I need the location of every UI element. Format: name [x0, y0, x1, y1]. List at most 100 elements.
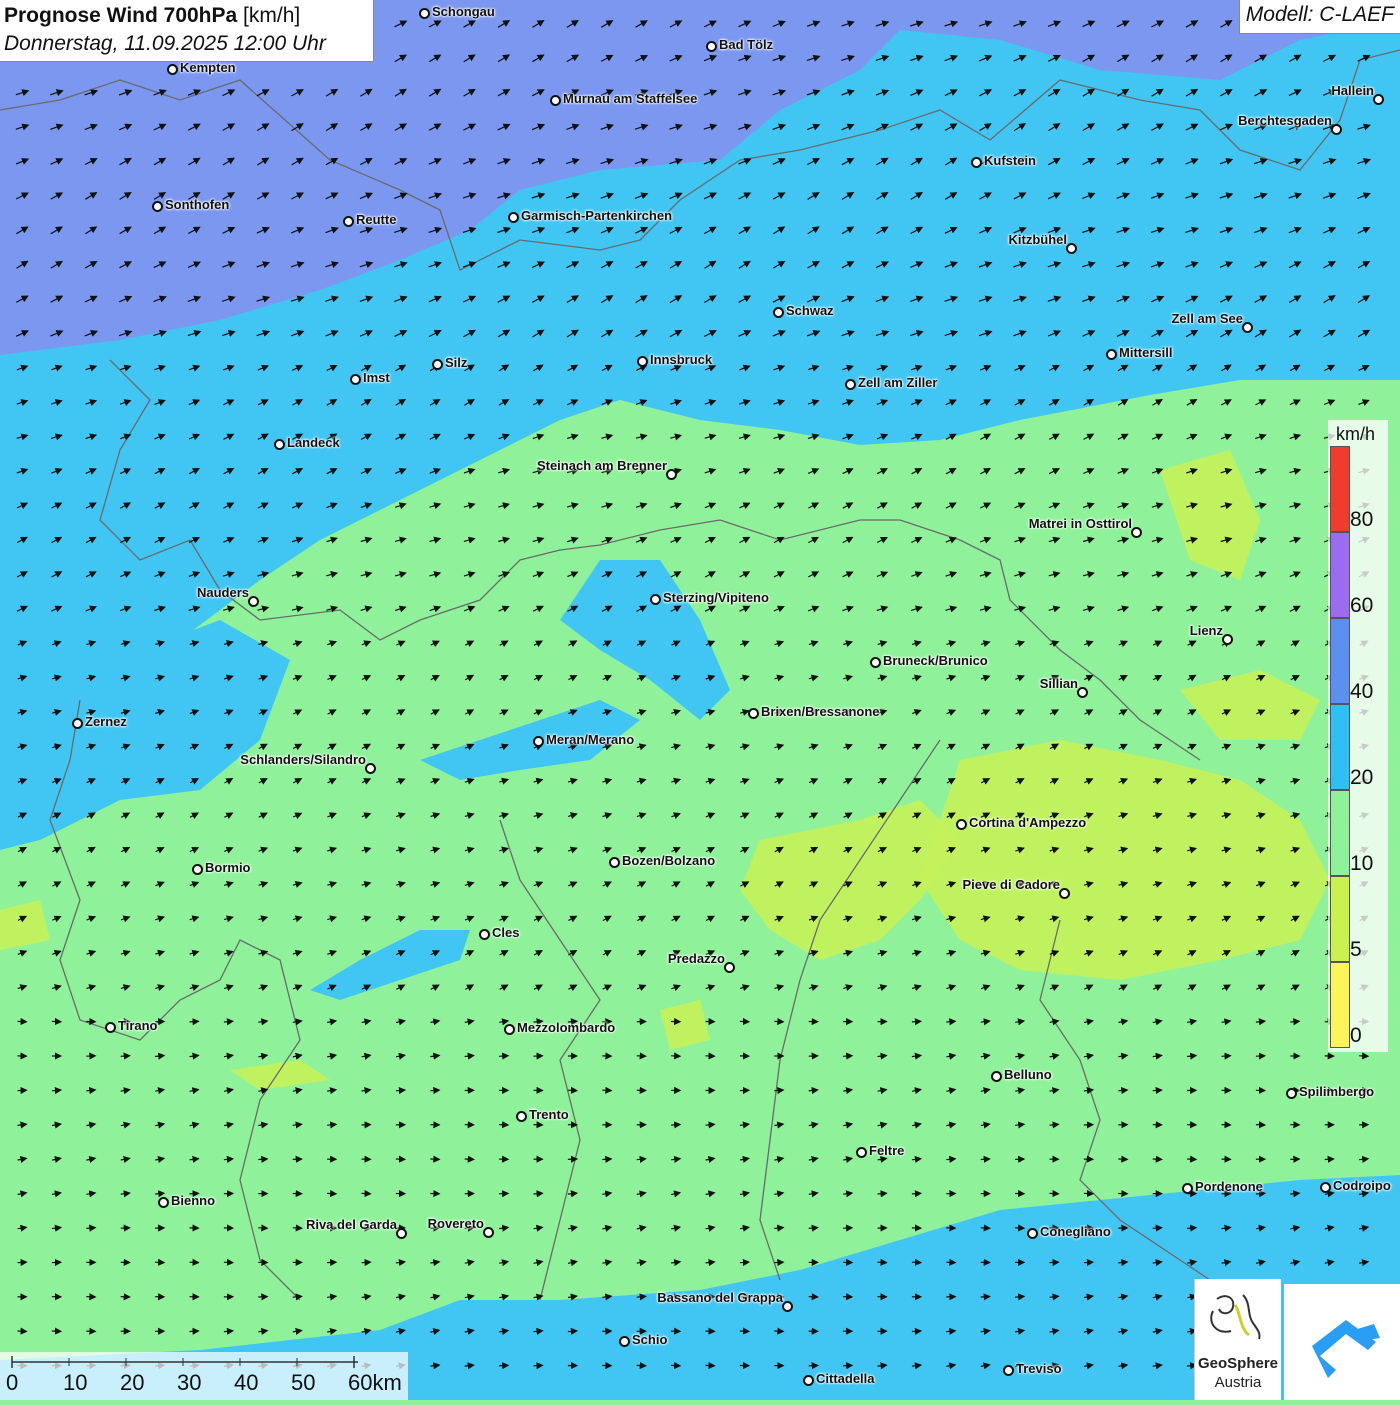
city-label-silz: Silz: [445, 355, 467, 370]
city-label-pordenone: Pordenone: [1195, 1179, 1263, 1194]
wind-arrow: [362, 1262, 371, 1263]
wind-arrow: [1222, 1056, 1231, 1057]
wind-arrow: [190, 1331, 199, 1332]
map-title: Prognose Wind 700hPa [km/h]: [4, 2, 369, 30]
city-marker-kempten: [167, 64, 178, 75]
logo-country: Austria: [1196, 1374, 1280, 1391]
city-label-bienno: Bienno: [171, 1193, 215, 1208]
wind-arrow: [912, 1193, 921, 1194]
city-marker-murnau: [550, 95, 561, 106]
app-logo[interactable]: [1284, 1284, 1400, 1400]
city-label-trento: Trento: [529, 1107, 569, 1122]
city-marker-imst: [350, 374, 361, 385]
wind-arrow: [327, 1124, 336, 1125]
city-marker-cortina: [956, 819, 967, 830]
wind-arrow: [568, 1331, 577, 1332]
city-label-berchtesgaden: Berchtesgaden: [1238, 113, 1332, 128]
city-label-schio: Schio: [632, 1332, 667, 1347]
title-box: Prognose Wind 700hPa [km/h] Donnerstag, …: [0, 0, 374, 62]
wind-arrow: [878, 1193, 887, 1194]
wind-arrow: [430, 1090, 439, 1091]
city-label-feltre: Feltre: [869, 1143, 904, 1158]
city-label-mezzolombardo: Mezzolombardo: [517, 1020, 615, 1035]
city-label-codroipo: Codroipo: [1333, 1178, 1391, 1193]
wind-arrow: [190, 1021, 199, 1022]
city-marker-schio: [619, 1336, 630, 1347]
city-marker-pordenone: [1182, 1183, 1193, 1194]
wind-arrow: [740, 1262, 749, 1263]
city-marker-riva: [396, 1228, 407, 1239]
city-label-bad-toelz: Bad Tölz: [719, 37, 773, 52]
city-label-bozen: Bozen/Bolzano: [622, 853, 715, 868]
city-marker-sterzing: [650, 594, 661, 605]
city-label-tirano: Tirano: [118, 1018, 158, 1033]
city-marker-mezzolombardo: [504, 1024, 515, 1035]
city-label-schlanders: Schlanders/Silandro: [240, 752, 366, 767]
city-marker-silz: [432, 359, 443, 370]
legend-swatch: [1330, 532, 1350, 618]
city-label-bassano: Bassano del Grappa: [657, 1290, 783, 1305]
wind-arrow: [1118, 1090, 1127, 1091]
scale-tick-label: 30: [177, 1370, 201, 1396]
city-label-conegliano: Conegliano: [1040, 1224, 1111, 1239]
city-marker-tirano: [105, 1022, 116, 1033]
city-label-cittadella: Cittadella: [816, 1371, 875, 1386]
wind-arrow: [981, 1159, 990, 1160]
legend-swatch: [1330, 446, 1350, 532]
wind-arrow: [293, 1296, 302, 1297]
wind-arrow: [1153, 1090, 1162, 1091]
scale-tick-label: 10: [63, 1370, 87, 1396]
wind-arrow: [1084, 1262, 1093, 1263]
city-label-belluno: Belluno: [1004, 1067, 1052, 1082]
wind-arrow: [706, 1124, 715, 1125]
city-label-mittersill: Mittersill: [1119, 345, 1172, 360]
city-marker-schlanders: [365, 763, 376, 774]
city-label-pieve: Pieve di Cadore: [962, 877, 1060, 892]
wind-arrow: [774, 1090, 783, 1091]
wind-arrow: [121, 1056, 130, 1057]
wind-arrow: [224, 1021, 233, 1022]
city-marker-sillian: [1077, 687, 1088, 698]
city-marker-matrei: [1131, 527, 1142, 538]
wind-arrow: [499, 1056, 508, 1057]
city-label-kitzbuehel: Kitzbühel: [1009, 232, 1068, 247]
city-label-bormio: Bormio: [205, 860, 251, 875]
city-label-landeck: Landeck: [287, 435, 340, 450]
city-marker-pieve: [1059, 888, 1070, 899]
legend-tick-label: 80: [1350, 508, 1373, 532]
city-marker-brixen: [748, 708, 759, 719]
city-marker-sonthofen: [152, 201, 163, 212]
city-marker-bruneck: [870, 657, 881, 668]
city-label-nauders: Nauders: [197, 585, 249, 600]
city-label-predazzo: Predazzo: [668, 951, 725, 966]
city-marker-cittadella: [803, 1375, 814, 1386]
city-marker-garmisch: [508, 212, 519, 223]
city-label-steinach: Steinach am Brenner: [537, 458, 667, 473]
legend-unit: km/h: [1336, 424, 1375, 445]
scale-tick-label: 20: [120, 1370, 144, 1396]
city-marker-rovereto: [483, 1227, 494, 1238]
wind-arrow: [1290, 1021, 1299, 1022]
city-label-spilimbergo: Spilimbergo: [1299, 1084, 1374, 1099]
city-label-hallein: Hallein: [1331, 83, 1374, 98]
wind-arrow: [671, 1125, 680, 1126]
wind-arrow: [86, 1228, 95, 1229]
scale-bar: [0, 1352, 408, 1400]
legend-tick-label: 40: [1350, 680, 1373, 704]
city-marker-bassano: [782, 1301, 793, 1312]
city-label-meran: Meran/Merano: [546, 732, 634, 747]
legend-tick-label: 10: [1350, 852, 1373, 876]
wind-arrow: [155, 1193, 164, 1194]
wind-arrow: [602, 1159, 611, 1160]
city-label-reutte: Reutte: [356, 212, 396, 227]
wind-arrow: [1015, 1296, 1024, 1297]
title-unit: [km/h]: [243, 4, 300, 27]
wind-arrow: [258, 1159, 267, 1160]
model-label: Modell: C-LAEF: [1239, 0, 1400, 34]
city-marker-bozen: [609, 857, 620, 868]
city-label-schwaz: Schwaz: [786, 303, 834, 318]
city-marker-feltre: [856, 1147, 867, 1158]
city-marker-cles: [479, 929, 490, 940]
city-label-lienz: Lienz: [1190, 623, 1223, 638]
city-label-zell-am-see: Zell am See: [1171, 311, 1243, 326]
